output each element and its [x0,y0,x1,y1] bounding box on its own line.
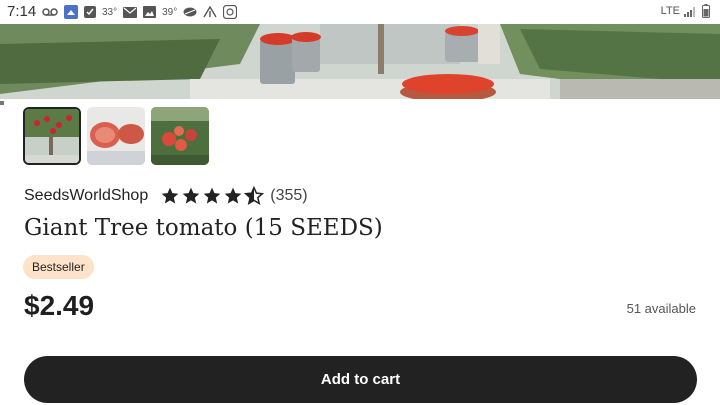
add-to-cart-button[interactable]: Add to cart [24,356,697,403]
notification-icons: 33° 39° [42,4,238,20]
voicemail-icon [42,5,58,19]
system-indicators: LTE [661,4,710,18]
wifi-calling-icon [203,5,217,19]
checkbox-icon [84,5,96,19]
star-icon [203,187,221,204]
star-rating[interactable] [160,186,265,206]
review-count[interactable]: (355) [270,187,307,205]
stock-availability: 51 available [626,301,696,316]
thumbnail-2[interactable] [87,107,145,165]
temperature-1: 33° [102,6,118,18]
cloud-upload-icon [64,5,78,19]
thumbnail-3[interactable] [151,107,209,165]
star-icon [224,187,242,204]
product-title: Giant Tree tomato (15 SEEDS) [24,215,383,241]
leaf-icon [183,5,197,19]
temperature-2: 39° [162,6,178,18]
image-icon [143,5,157,19]
carousel-indicator [0,101,4,105]
photo-app-icon [223,5,238,19]
shop-rating-row: SeedsWorldShop (355) [24,184,308,208]
product-main-image[interactable] [0,24,720,99]
shop-name-link[interactable]: SeedsWorldShop [24,187,148,205]
half-star-icon [244,186,265,206]
thumbnail-1[interactable] [23,107,81,165]
clock: 7:14 [7,3,37,20]
star-icon [161,187,179,204]
signal-icon [684,4,698,18]
network-type: LTE [660,5,680,17]
star-icon [182,187,200,204]
mail-icon [123,5,138,19]
status-bar: 7:14 33° 39° LTE [0,0,720,24]
bestseller-badge: Bestseller [23,255,94,279]
thumbnail-strip [23,107,209,165]
product-price: $2.49 [24,290,95,321]
battery-icon [702,4,710,18]
